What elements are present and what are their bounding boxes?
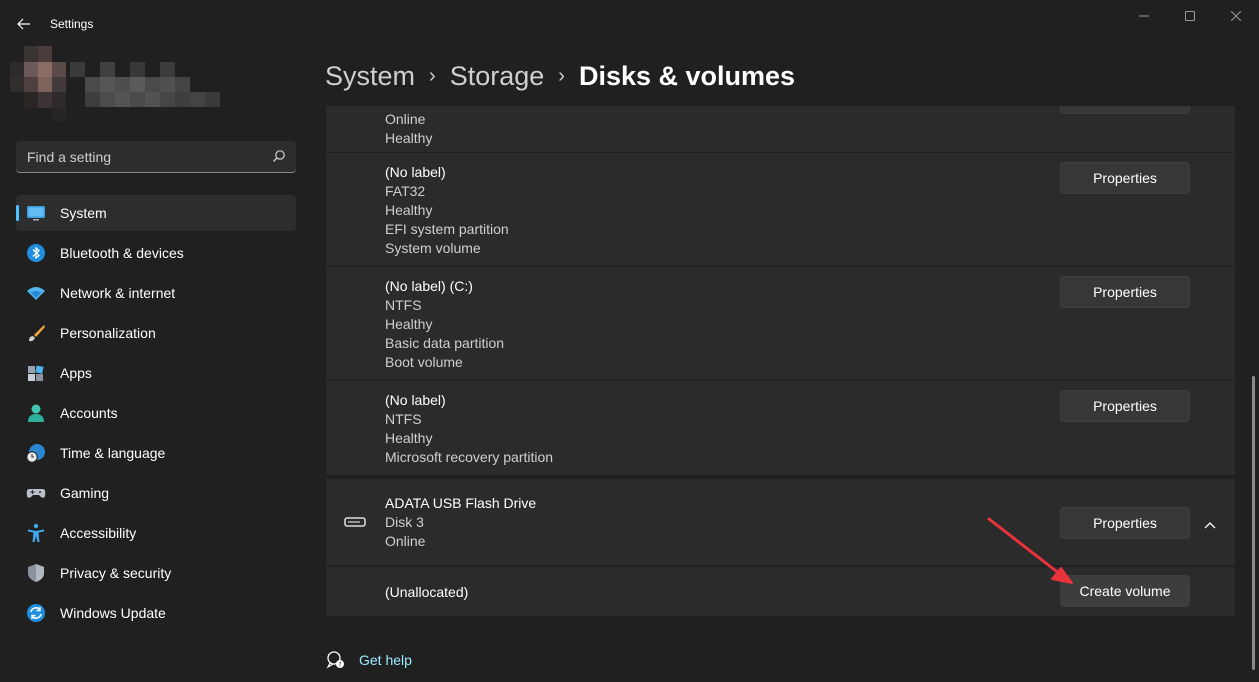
sidebar-item-label: Accounts: [60, 405, 118, 421]
volume-partition-type: EFI system partition: [385, 221, 509, 237]
unallocated-label: (Unallocated): [385, 584, 469, 600]
collapse-button[interactable]: [1200, 515, 1220, 535]
search-icon[interactable]: [272, 149, 286, 163]
sidebar-item-time-language[interactable]: Time & language: [16, 435, 296, 471]
sidebar-item-bluetooth[interactable]: Bluetooth & devices: [16, 235, 296, 271]
volume-card: (No label) FAT32 Healthy EFI system part…: [326, 153, 1235, 266]
help-chat-icon: ?: [326, 651, 344, 669]
maximize-icon: [1185, 11, 1195, 21]
sidebar-item-network[interactable]: Network & internet: [16, 275, 296, 311]
usb-drive-icon: [344, 517, 366, 527]
get-help-label[interactable]: Get help: [359, 652, 412, 668]
volume-partition-type: Basic data partition: [385, 335, 505, 351]
breadcrumb: System › Storage › Disks & volumes: [325, 58, 795, 94]
svg-text:?: ?: [338, 662, 341, 669]
chevron-right-icon: ›: [429, 64, 436, 87]
person-icon: [28, 404, 44, 422]
sidebar-item-gaming[interactable]: Gaming: [16, 475, 296, 511]
volume-label: (No label): [385, 392, 446, 408]
scrollbar[interactable]: [1252, 376, 1255, 670]
create-volume-button[interactable]: Create volume: [1060, 575, 1190, 607]
sidebar-item-personalization[interactable]: Personalization: [16, 315, 296, 351]
sidebar-item-label: Accessibility: [60, 525, 137, 541]
title-bar: Settings: [0, 0, 1259, 48]
app-title: Settings: [50, 17, 94, 31]
volume-status: Online: [385, 111, 426, 127]
volume-health: Healthy: [385, 130, 433, 146]
disk-card-usb[interactable]: ADATA USB Flash Drive Disk 3 Online Prop…: [326, 479, 1235, 565]
volume-health: Healthy: [385, 430, 433, 446]
sidebar-item-label: Time & language: [60, 445, 166, 461]
sidebar-item-accounts[interactable]: Accounts: [16, 395, 296, 431]
bluetooth-icon: [27, 244, 45, 262]
volume-card: Online Healthy: [326, 106, 1235, 152]
properties-button[interactable]: [1060, 106, 1190, 114]
sync-icon: [27, 604, 45, 622]
volume-label: (No label) (C:): [385, 278, 473, 294]
active-indicator: [16, 205, 19, 221]
properties-button[interactable]: Properties: [1060, 390, 1190, 422]
shield-icon: [28, 564, 44, 582]
sidebar-item-label: Windows Update: [60, 605, 166, 621]
accessibility-icon: [28, 523, 44, 542]
sidebar-nav: System Bluetooth & devices Network & int…: [16, 195, 296, 635]
sidebar-item-label: Gaming: [60, 485, 110, 501]
sidebar-item-label: Network & internet: [60, 285, 176, 301]
volume-card: (No label) (C:) NTFS Healthy Basic data …: [326, 267, 1235, 380]
search-box[interactable]: Find a setting: [16, 141, 296, 173]
volume-card: (No label) NTFS Healthy Microsoft recove…: [326, 381, 1235, 475]
unallocated-row: (Unallocated) Create volume: [326, 567, 1235, 616]
brush-icon: [29, 325, 45, 342]
close-icon: [1231, 11, 1241, 21]
sidebar-item-apps[interactable]: Apps: [16, 355, 296, 391]
monitor-icon: [27, 206, 45, 221]
page-title: Disks & volumes: [578, 60, 796, 91]
properties-button[interactable]: Properties: [1060, 507, 1190, 539]
sidebar-item-label: Apps: [60, 365, 92, 381]
sidebar-item-privacy[interactable]: Privacy & security: [16, 555, 296, 591]
close-button[interactable]: [1213, 0, 1259, 32]
back-button[interactable]: [10, 10, 38, 38]
volume-role: Boot volume: [385, 354, 463, 370]
globe-clock-icon: [26, 444, 45, 463]
volume-role: System volume: [385, 240, 481, 256]
wifi-icon: [27, 287, 45, 300]
minimize-icon: [1139, 15, 1149, 17]
user-profile[interactable]: [10, 46, 220, 122]
disk-name: ADATA USB Flash Drive: [385, 495, 537, 511]
volume-health: Healthy: [385, 202, 433, 218]
volume-filesystem: NTFS: [385, 411, 422, 427]
sidebar-item-label: Bluetooth & devices: [60, 245, 184, 261]
chevron-up-icon: [1204, 522, 1216, 529]
disk-number: Disk 3: [385, 514, 424, 530]
disk-status: Online: [385, 533, 426, 549]
properties-button[interactable]: Properties: [1060, 276, 1190, 308]
sidebar-item-system[interactable]: System: [16, 195, 296, 231]
maximize-button[interactable]: [1167, 0, 1213, 32]
volume-label: (No label): [385, 164, 446, 180]
gamepad-icon: [26, 489, 46, 498]
sidebar-item-label: Personalization: [60, 325, 156, 341]
search-input[interactable]: Find a setting: [27, 149, 111, 165]
volume-filesystem: NTFS: [385, 297, 422, 313]
breadcrumb-system[interactable]: System: [325, 61, 415, 92]
breadcrumb-storage[interactable]: Storage: [450, 61, 545, 92]
sidebar-item-accessibility[interactable]: Accessibility: [16, 515, 296, 551]
volume-health: Healthy: [385, 316, 433, 332]
minimize-button[interactable]: [1121, 0, 1167, 32]
sidebar-item-label: System: [60, 205, 107, 221]
chevron-right-icon: ›: [558, 64, 565, 87]
volume-filesystem: FAT32: [385, 183, 426, 199]
volume-partition-type: Microsoft recovery partition: [385, 449, 554, 465]
properties-button[interactable]: Properties: [1060, 162, 1190, 194]
apps-icon: [28, 365, 44, 381]
back-arrow-icon: [17, 18, 30, 30]
volumes-list: Online Healthy (No label) FAT32 Healthy …: [326, 106, 1235, 618]
sidebar-item-label: Privacy & security: [60, 565, 172, 581]
sidebar-item-windows-update[interactable]: Windows Update: [16, 595, 296, 631]
